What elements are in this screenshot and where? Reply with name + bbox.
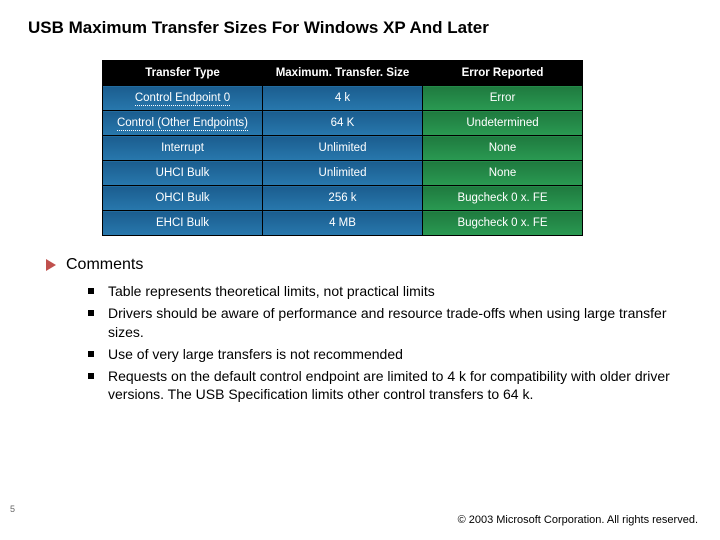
list-item: Requests on the default control endpoint…	[88, 367, 692, 405]
comment-text: Table represents theoretical limits, not…	[108, 282, 692, 301]
comments-section: Comments Table represents theoretical li…	[46, 256, 692, 404]
comment-text: Requests on the default control endpoint…	[108, 367, 692, 405]
cell-max: 256 k	[263, 186, 423, 211]
table-row: Control Endpoint 0 4 k Error	[103, 86, 583, 111]
list-item: Use of very large transfers is not recom…	[88, 345, 692, 364]
cell-max: Unlimited	[263, 161, 423, 186]
cell-err: Error	[423, 86, 583, 111]
cell-type: OHCI Bulk	[103, 186, 263, 211]
cell-err: None	[423, 161, 583, 186]
bullet-icon	[88, 310, 94, 316]
bullet-icon	[88, 373, 94, 379]
comments-list: Table represents theoretical limits, not…	[88, 282, 692, 404]
table-row: UHCI Bulk Unlimited None	[103, 161, 583, 186]
arrow-icon	[46, 259, 56, 271]
copyright: © 2003 Microsoft Corporation. All rights…	[458, 514, 698, 526]
cell-max: 4 k	[263, 86, 423, 111]
slide-title: USB Maximum Transfer Sizes For Windows X…	[28, 18, 692, 38]
transfer-table: Transfer Type Maximum. Transfer. Size Er…	[102, 60, 583, 236]
bullet-icon	[88, 351, 94, 357]
cell-type: Control (Other Endpoints)	[103, 111, 263, 136]
table-row: Control (Other Endpoints) 64 K Undetermi…	[103, 111, 583, 136]
comments-heading-row: Comments	[46, 256, 692, 274]
header-max-size: Maximum. Transfer. Size	[263, 61, 423, 86]
cell-type: EHCI Bulk	[103, 211, 263, 236]
list-item: Drivers should be aware of performance a…	[88, 304, 692, 342]
cell-err: Undetermined	[423, 111, 583, 136]
table-row: OHCI Bulk 256 k Bugcheck 0 x. FE	[103, 186, 583, 211]
table-row: EHCI Bulk 4 MB Bugcheck 0 x. FE	[103, 211, 583, 236]
cell-type: UHCI Bulk	[103, 161, 263, 186]
table-header-row: Transfer Type Maximum. Transfer. Size Er…	[103, 61, 583, 86]
cell-type: Interrupt	[103, 136, 263, 161]
cell-max: Unlimited	[263, 136, 423, 161]
cell-err: Bugcheck 0 x. FE	[423, 186, 583, 211]
cell-err: Bugcheck 0 x. FE	[423, 211, 583, 236]
bullet-icon	[88, 288, 94, 294]
comment-text: Use of very large transfers is not recom…	[108, 345, 692, 364]
cell-max: 4 MB	[263, 211, 423, 236]
table-row: Interrupt Unlimited None	[103, 136, 583, 161]
cell-err: None	[423, 136, 583, 161]
list-item: Table represents theoretical limits, not…	[88, 282, 692, 301]
comment-text: Drivers should be aware of performance a…	[108, 304, 692, 342]
cell-type: Control Endpoint 0	[103, 86, 263, 111]
page-number: 5	[10, 504, 15, 514]
header-transfer-type: Transfer Type	[103, 61, 263, 86]
header-error: Error Reported	[423, 61, 583, 86]
slide: USB Maximum Transfer Sizes For Windows X…	[0, 0, 720, 540]
cell-max: 64 K	[263, 111, 423, 136]
comments-heading: Comments	[66, 256, 143, 274]
transfer-table-wrap: Transfer Type Maximum. Transfer. Size Er…	[102, 60, 692, 236]
